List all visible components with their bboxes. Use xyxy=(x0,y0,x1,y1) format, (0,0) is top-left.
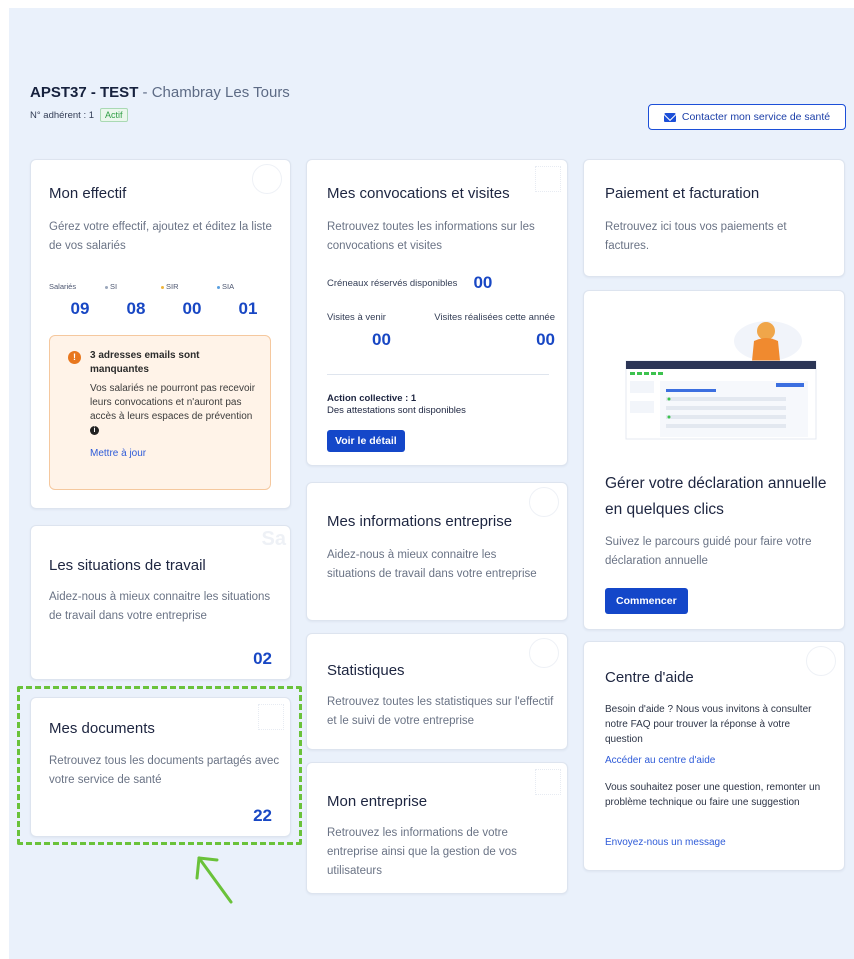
adherent-info: N° adhérent : 1 Actif xyxy=(30,108,290,122)
upcoming-visits-label: Visites à venir xyxy=(327,312,386,323)
arrow-up-left-icon xyxy=(195,856,233,904)
situations-count: 02 xyxy=(253,649,272,668)
card-description: Retrouvez toutes les informations sur le… xyxy=(327,221,535,252)
card-centre-aide[interactable]: Centre d'aide Besoin d'aide ? Nous vous … xyxy=(583,641,845,871)
alert-title: 3 adresses emails sont manquantes xyxy=(90,350,200,375)
update-link[interactable]: Mettre à jour xyxy=(90,448,258,459)
card-description: Aidez-nous à mieux connaitre les situati… xyxy=(49,591,271,622)
send-message-link[interactable]: Envoyez-nous un message xyxy=(605,837,726,848)
slots-value: 00 xyxy=(473,273,493,292)
help-center-link[interactable]: Accéder au centre d'aide xyxy=(605,755,715,766)
stat-value-sir[interactable]: 00 xyxy=(164,299,220,319)
card-paiement-facturation[interactable]: Paiement et facturation Retrouvez ici to… xyxy=(583,159,845,277)
stat-label-salaries: Salariés xyxy=(49,282,77,291)
card-declaration-annuelle[interactable]: Gérer votre déclaration annuelle en quel… xyxy=(583,290,845,630)
help-question-text: Vous souhaitez poser une question, remon… xyxy=(605,782,821,808)
collective-action-title: Action collective : 1 xyxy=(327,393,417,404)
card-description: Retrouvez toutes les statistiques sur l'… xyxy=(327,696,554,727)
card-description: Retrouvez ici tous vos paiements et fact… xyxy=(605,221,787,252)
card-title: Gérer votre déclaration annuelle en quel… xyxy=(605,475,827,518)
decor-icon xyxy=(529,638,559,668)
card-title: Centre d'aide xyxy=(605,669,694,686)
card-description: Suivez le parcours guidé pour faire votr… xyxy=(605,536,812,567)
card-title: Les situations de travail xyxy=(49,557,206,574)
effectif-stat-values: 09 08 00 01 xyxy=(52,299,276,319)
upcoming-visits-value: 00 xyxy=(372,330,391,349)
card-title: Paiement et facturation xyxy=(605,185,760,202)
card-mon-entreprise[interactable]: Mon entreprise Retrouvez les information… xyxy=(306,762,568,894)
view-detail-button[interactable]: Voir le détail xyxy=(327,430,405,452)
stat-label-si: SI xyxy=(105,282,161,291)
decor-icon xyxy=(252,164,282,194)
slots-row: Créneaux réservés disponibles 00 xyxy=(327,273,492,293)
company-header: APST37 - TEST - Chambray Les Tours N° ad… xyxy=(30,84,290,122)
card-convocations-visites[interactable]: Mes convocations et visites Retrouvez to… xyxy=(306,159,568,466)
card-informations-entreprise[interactable]: Mes informations entreprise Aidez-nous à… xyxy=(306,482,568,621)
slots-label: Créneaux réservés disponibles xyxy=(327,277,458,289)
alert-body: Vos salariés ne pourront pas recevoir le… xyxy=(90,382,258,438)
dot-icon xyxy=(217,285,220,289)
done-label-row: Visites réalisées cette année xyxy=(434,312,555,323)
card-description: Gérez votre effectif, ajoutez et éditez … xyxy=(49,221,272,252)
decor-text: Sa xyxy=(261,528,286,550)
alert-body-text: Vos salariés ne pourront pas recevoir le… xyxy=(90,383,256,422)
decor-icon xyxy=(529,487,559,517)
contact-health-service-button[interactable]: Contacter mon service de santé xyxy=(648,104,846,130)
stat-value-salaries[interactable]: 09 xyxy=(52,299,108,319)
card-title: Mes informations entreprise xyxy=(327,513,513,530)
company-name: APST37 - TEST - Chambray Les Tours xyxy=(30,84,290,101)
warning-icon: ! xyxy=(68,351,81,364)
status-badge: Actif xyxy=(100,108,128,122)
company-title: APST37 - TEST xyxy=(30,84,139,101)
info-icon[interactable]: i xyxy=(90,425,99,435)
card-title: Statistiques xyxy=(327,662,405,679)
card-title: Mon effectif xyxy=(49,185,127,202)
card-situations-travail[interactable]: Sa Les situations de travail Aidez-nous … xyxy=(30,525,291,680)
decor-icon xyxy=(535,166,561,192)
stat-value-sia[interactable]: 01 xyxy=(220,299,276,319)
stat-label-sir: SIR xyxy=(161,282,217,291)
card-statistiques[interactable]: Statistiques Retrouvez toutes les statis… xyxy=(306,633,568,750)
collective-action: Action collective : 1 Des attestations s… xyxy=(327,393,466,417)
collective-action-text: Des attestations sont disponibles xyxy=(327,405,466,416)
missing-emails-alert: ! 3 adresses emails sont manquantes Vos … xyxy=(49,335,271,490)
mail-icon xyxy=(663,112,676,122)
card-description: Aidez-nous à mieux connaitre les situati… xyxy=(327,549,537,580)
card-title: Mes convocations et visites xyxy=(327,185,510,202)
adherent-number: N° adhérent : 1 xyxy=(30,109,95,121)
card-mon-effectif[interactable]: Mon effectif Gérez votre effectif, ajout… xyxy=(30,159,291,509)
card-title: Mon entreprise xyxy=(327,793,428,810)
help-faq-text: Besoin d'aide ? Nous vous invitons à con… xyxy=(605,704,812,745)
effectif-stat-labels: Salariés SI SIR SIA xyxy=(49,282,273,291)
start-button[interactable]: Commencer xyxy=(605,588,688,614)
card-description: Retrouvez les informations de votre entr… xyxy=(327,827,517,877)
stat-value-si[interactable]: 08 xyxy=(108,299,164,319)
declaration-illustration xyxy=(625,321,817,440)
contact-button-label: Contacter mon service de santé xyxy=(681,111,831,123)
dot-icon xyxy=(105,285,108,289)
documents-highlight-frame xyxy=(17,686,302,845)
building-icon xyxy=(535,769,561,795)
help-icon xyxy=(806,646,836,676)
done-visits-value: 00 xyxy=(536,330,555,349)
done-visits-label: Visites réalisées cette année xyxy=(434,312,555,323)
stat-label-sia: SIA xyxy=(217,282,273,291)
dot-icon xyxy=(161,285,164,289)
company-location: - Chambray Les Tours xyxy=(138,84,290,101)
divider xyxy=(327,374,549,375)
upcoming-label-row: Visites à venir xyxy=(327,312,386,323)
